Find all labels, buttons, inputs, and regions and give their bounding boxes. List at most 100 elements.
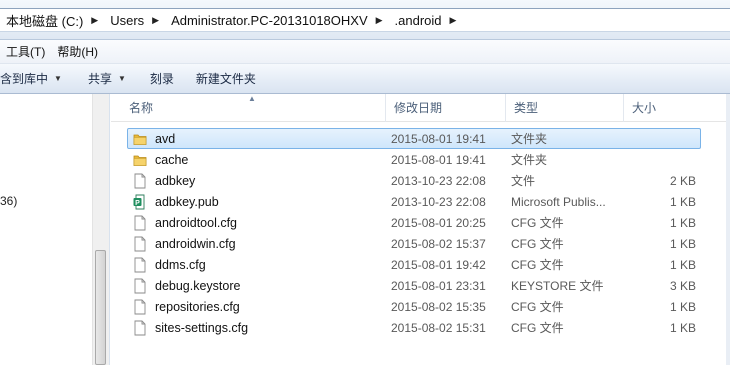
file-date: 2015-08-02 15:31	[391, 320, 486, 335]
file-name-cell[interactable]: androidwin.cfg	[133, 233, 236, 254]
sort-ascending-icon: ▲	[248, 94, 256, 103]
file-row[interactable]: debug.keystore 2015-08-01 23:31 KEYSTORE 文…	[111, 275, 730, 296]
nav-item-label[interactable]: 36)	[0, 194, 17, 208]
file-type: 文件夹	[511, 153, 548, 167]
file-name: androidwin.cfg	[155, 236, 236, 251]
file-name: ddms.cfg	[155, 257, 206, 272]
breadcrumb-item-android[interactable]: .android ▶	[389, 9, 463, 31]
file-name-cell[interactable]: Padbkey.pub	[133, 191, 219, 212]
file-size: 1 KB	[669, 320, 696, 335]
column-header-label: 修改日期	[394, 101, 443, 115]
file-name-cell[interactable]: androidtool.cfg	[133, 212, 237, 233]
column-header-date[interactable]: 修改日期	[386, 94, 506, 122]
file-name-cell[interactable]: debug.keystore	[133, 275, 240, 296]
file-type: CFG 文件	[511, 237, 564, 251]
burn-button[interactable]: 刻录	[140, 67, 184, 91]
menu-bar: 工具(T) 帮助(H)	[0, 40, 730, 64]
file-rows: avd 2015-08-01 19:41 文件夹 cache 2015-08-01 19…	[111, 128, 730, 338]
file-name-cell[interactable]: ddms.cfg	[133, 254, 206, 275]
breadcrumb-item-user-folder[interactable]: Administrator.PC-20131018OHXV ▶	[165, 9, 388, 31]
breadcrumb[interactable]: 本地磁盘 (C:) ▶ Users ▶ Administrator.PC-201…	[0, 8, 730, 32]
dropdown-arrow-icon: ▼	[117, 74, 126, 83]
file-type: 文件	[511, 174, 536, 188]
file-name-cell[interactable]: cache	[133, 149, 188, 170]
address-bar: 本地磁盘 (C:) ▶ Users ▶ Administrator.PC-201…	[0, 0, 730, 40]
file-name-cell[interactable]: avd	[133, 128, 175, 149]
new-folder-label: 新建文件夹	[195, 72, 256, 86]
file-size: 1 KB	[669, 215, 696, 230]
folder-icon	[133, 132, 147, 146]
file-size: 1 KB	[669, 299, 696, 314]
file-row[interactable]: ddms.cfg 2015-08-01 19:42 CFG 文件 1 KB	[111, 254, 730, 275]
file-row[interactable]: Padbkey.pub 2013-10-23 22:08 Microsoft Pub…	[111, 191, 730, 212]
file-date: 2015-08-01 19:41	[391, 152, 486, 167]
file-name: repositories.cfg	[155, 299, 240, 314]
file-type: CFG 文件	[511, 258, 564, 272]
file-date: 2015-08-01 20:25	[391, 215, 486, 230]
share-label: 共享	[87, 72, 112, 86]
breadcrumb-label: .android	[394, 12, 442, 28]
file-name: avd	[155, 131, 176, 146]
breadcrumb-item-users[interactable]: Users ▶	[104, 9, 165, 31]
file-icon	[133, 278, 147, 294]
svg-text:P: P	[135, 199, 140, 206]
chevron-right-icon[interactable]: ▶	[376, 15, 383, 26]
file-size: 3 KB	[669, 278, 696, 293]
column-header-name[interactable]: ▲ 名称	[111, 94, 386, 122]
file-name: sites-settings.cfg	[155, 320, 249, 335]
breadcrumb-item-drive[interactable]: 本地磁盘 (C:) ▶	[0, 9, 104, 31]
chevron-right-icon[interactable]: ▶	[450, 15, 457, 26]
column-header-type[interactable]: 类型	[506, 94, 624, 122]
file-name: debug.keystore	[155, 278, 241, 293]
file-size: 1 KB	[669, 194, 696, 209]
file-name: adbkey	[155, 173, 196, 188]
include-in-library-label: 包含到库中	[0, 72, 49, 86]
file-icon	[133, 257, 147, 273]
file-row[interactable]: androidwin.cfg 2015-08-02 15:37 CFG 文件 1 KB	[111, 233, 730, 254]
file-size: 2 KB	[669, 173, 696, 188]
burn-label: 刻录	[149, 72, 174, 86]
file-list: ▲ 名称 修改日期 类型 大小 avd 2015-08-01 19:41 文件夹 ca…	[111, 94, 730, 365]
file-row[interactable]: avd 2015-08-01 19:41 文件夹	[111, 128, 730, 149]
chevron-right-icon[interactable]: ▶	[152, 15, 159, 26]
file-date: 2015-08-01 19:42	[391, 257, 486, 272]
file-icon	[133, 236, 147, 252]
file-type: Microsoft Publis...	[511, 194, 606, 209]
file-size: 1 KB	[669, 257, 696, 272]
window-border	[726, 94, 730, 365]
file-type: CFG 文件	[511, 321, 564, 335]
breadcrumb-label: Users	[110, 12, 145, 28]
file-row[interactable]: sites-settings.cfg 2015-08-02 15:31 CFG 文件…	[111, 317, 730, 338]
file-name-cell[interactable]: adbkey	[133, 170, 195, 191]
file-row[interactable]: repositories.cfg 2015-08-02 15:35 CFG 文件 1 …	[111, 296, 730, 317]
include-in-library-button[interactable]: 包含到库中 ▼	[0, 67, 72, 91]
chevron-right-icon[interactable]: ▶	[91, 15, 98, 26]
file-name: adbkey.pub	[155, 194, 219, 209]
file-name: androidtool.cfg	[155, 215, 238, 230]
file-type: KEYSTORE 文件	[511, 279, 604, 293]
file-row[interactable]: androidtool.cfg 2015-08-01 20:25 CFG 文件 1 K…	[111, 212, 730, 233]
file-name-cell[interactable]: sites-settings.cfg	[133, 317, 248, 338]
command-bar: 包含到库中 ▼ 共享 ▼ 刻录 新建文件夹	[0, 64, 730, 94]
file-name-cell[interactable]: repositories.cfg	[133, 296, 240, 317]
file-date: 2015-08-01 23:31	[391, 278, 486, 293]
file-icon	[133, 320, 147, 336]
column-header-row: ▲ 名称 修改日期 类型 大小	[111, 94, 730, 122]
share-button[interactable]: 共享 ▼	[78, 67, 136, 91]
publisher-icon: P	[133, 194, 147, 210]
file-row[interactable]: cache 2015-08-01 19:41 文件夹	[111, 149, 730, 170]
menu-tools[interactable]: 工具(T)	[0, 42, 51, 62]
file-date: 2015-08-01 19:41	[391, 131, 486, 146]
file-name: cache	[155, 152, 189, 167]
file-size: 1 KB	[669, 236, 696, 251]
column-header-size[interactable]: 大小	[624, 94, 730, 122]
column-header-label: 名称	[129, 101, 154, 115]
breadcrumb-label: 本地磁盘 (C:)	[6, 13, 84, 29]
file-row[interactable]: adbkey 2013-10-23 22:08 文件 2 KB	[111, 170, 730, 191]
file-icon	[133, 215, 147, 231]
file-date: 2013-10-23 22:08	[391, 173, 486, 188]
file-type: CFG 文件	[511, 216, 564, 230]
nav-scrollbar-thumb[interactable]	[95, 250, 106, 365]
menu-help[interactable]: 帮助(H)	[51, 42, 104, 62]
file-icon	[133, 173, 147, 189]
